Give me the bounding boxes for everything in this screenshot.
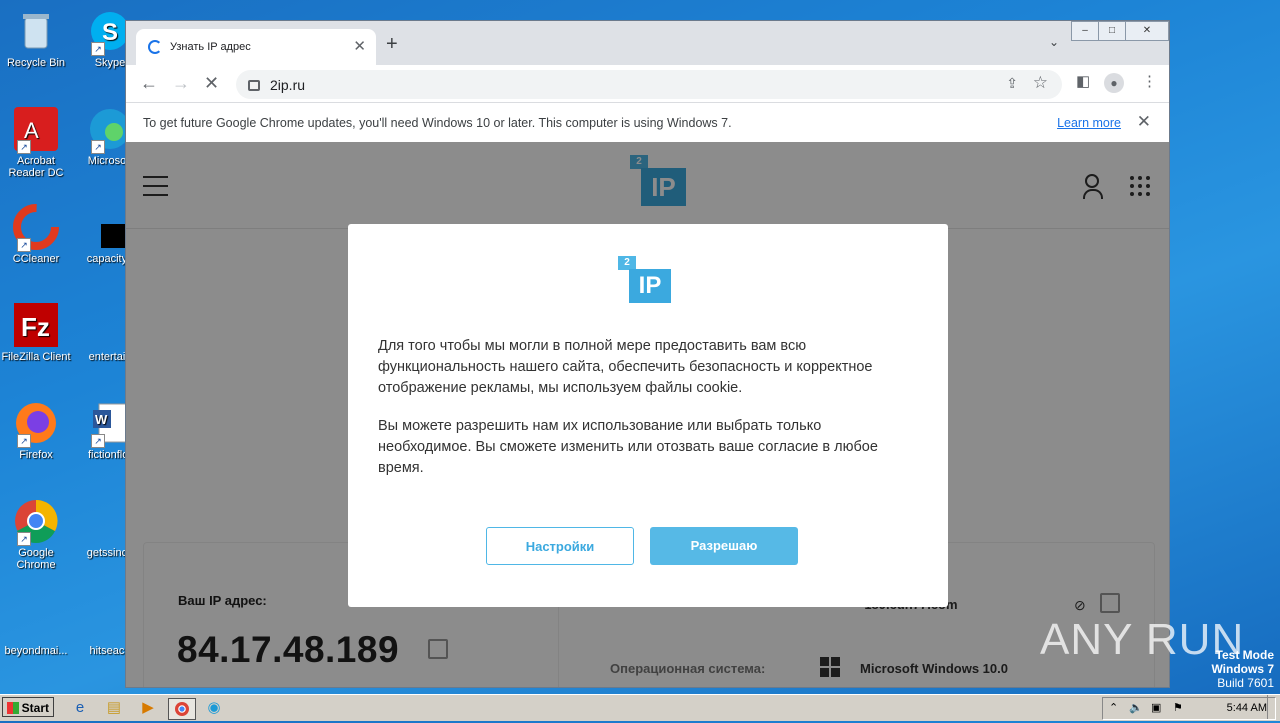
forward-arrow-icon[interactable]: →	[172, 73, 190, 94]
cookie-text-2: Вы можете разрешить нам их использование…	[378, 418, 878, 476]
learn-more-link[interactable]: Learn more	[1057, 116, 1121, 130]
desktop-icon-chrome[interactable]: ↗ Google Chrome	[0, 498, 72, 571]
internet-explorer-icon[interactable]: e	[70, 698, 90, 718]
system-tray: ⌃ 🔈 ▣ ⚑ 5:44 AM	[1102, 697, 1276, 720]
test-mode-label: Test Mode Windows 7 Build 7601	[1211, 648, 1274, 690]
filezilla-icon: Fz	[13, 302, 59, 348]
action-center-flag-icon[interactable]: ⚑	[1173, 701, 1183, 714]
browser-toolbar: ← → ✕ 2ip.ru ⇪ ☆ ◧ ● ⋮	[126, 65, 1169, 103]
windows-flag-icon	[7, 702, 19, 714]
shortcut-arrow-icon: ↗	[17, 238, 31, 252]
window-controls: – □ ✕	[1071, 21, 1169, 41]
desktop-icon-firefox[interactable]: ↗ Firefox	[0, 400, 72, 461]
svg-text:Fz: Fz	[21, 312, 50, 342]
minimize-button[interactable]: –	[1071, 21, 1099, 41]
desktop-icon-label: Firefox	[19, 449, 53, 461]
clock[interactable]: 5:44 AM	[1227, 702, 1267, 714]
maximize-button[interactable]: □	[1098, 21, 1126, 41]
tab-strip: Узнать IP адрес ✕ + ⌄ – □ ✕	[126, 21, 1169, 65]
windows-version-line: Windows 7	[1211, 662, 1274, 676]
desktop-icon-label: Google Chrome	[16, 547, 56, 571]
update-infobar: To get future Google Chrome updates, you…	[126, 103, 1169, 144]
desktop-icon-label: Acrobat Reader DC	[8, 155, 64, 179]
shortcut-arrow-icon: ↗	[17, 140, 31, 154]
chrome-taskbar-icon[interactable]	[168, 698, 196, 720]
desktop-icon-acrobat[interactable]: A ↗ Acrobat Reader DC	[0, 106, 72, 179]
acrobat-icon: A ↗	[13, 106, 59, 154]
cookie-allow-button[interactable]: Разрешаю	[650, 527, 798, 565]
infobar-message: To get future Google Chrome updates, you…	[143, 116, 732, 130]
desktop-icon-label: Recycle Bin	[6, 57, 66, 69]
desktop-icon-label: beyondmai...	[4, 645, 68, 657]
taskbar: Start e ▤ ▶ ◉ ⌃ 🔈 ▣ ⚑ 5:44 AM	[0, 694, 1280, 721]
show-desktop-button[interactable]	[1267, 695, 1280, 719]
ccleaner-icon: ↗	[13, 204, 59, 252]
start-button[interactable]: Start	[2, 697, 54, 717]
edge-taskbar-icon[interactable]: ◉	[204, 698, 224, 718]
chrome-window: Узнать IP адрес ✕ + ⌄ – □ ✕ ← → ✕ 2ip.ru…	[125, 20, 1170, 688]
desktop-icon-label: CCleaner	[12, 253, 60, 265]
cookie-settings-button[interactable]: Настройки	[486, 527, 634, 565]
start-label: Start	[21, 701, 49, 715]
shortcut-arrow-icon: ↗	[17, 434, 31, 448]
share-icon[interactable]: ⇪	[1006, 75, 1018, 92]
bookmark-star-icon[interactable]: ☆	[1033, 73, 1048, 93]
media-player-icon[interactable]: ▶	[138, 698, 158, 718]
shortcut-arrow-icon: ↗	[17, 532, 31, 546]
build-line: Build 7601	[1217, 676, 1274, 690]
tab-2ip[interactable]: Узнать IP адрес ✕	[136, 29, 376, 65]
shortcut-arrow-icon: ↗	[91, 140, 105, 154]
address-bar[interactable]: 2ip.ru ⇪ ☆	[236, 70, 1062, 99]
menu-kebab-icon[interactable]: ⋮	[1142, 72, 1157, 90]
show-hidden-icons-icon[interactable]: ⌃	[1109, 701, 1118, 714]
new-tab-button[interactable]: +	[386, 33, 398, 56]
recycle-bin-icon	[13, 8, 59, 54]
back-arrow-icon[interactable]: ←	[140, 73, 158, 94]
side-panel-icon[interactable]: ◧	[1076, 72, 1090, 90]
tab-search-chevron-icon[interactable]: ⌄	[1049, 35, 1059, 49]
logo-big-mark: IP	[629, 269, 671, 303]
chrome-icon: ↗	[13, 498, 59, 546]
desktop-icon-label: FileZilla Client	[1, 351, 71, 363]
desktop-icon-label: Skype	[94, 57, 126, 69]
tab-close-icon[interactable]: ✕	[353, 37, 366, 55]
url-text: 2ip.ru	[270, 77, 306, 93]
tab-title: Узнать IP адрес	[170, 41, 251, 53]
file-icon	[13, 596, 59, 642]
folder-icon[interactable]: ▤	[104, 698, 124, 718]
loading-spinner-icon	[148, 40, 162, 54]
shortcut-arrow-icon: ↗	[91, 42, 105, 56]
desktop-icon-beyondmai[interactable]: beyondmai...	[0, 596, 72, 657]
volume-icon[interactable]: 🔈	[1129, 701, 1143, 714]
network-icon[interactable]: ▣	[1151, 701, 1161, 714]
desktop-icon-recycle-bin[interactable]: Recycle Bin	[0, 8, 72, 69]
shortcut-arrow-icon: ↗	[91, 434, 105, 448]
svg-text:W: W	[95, 412, 108, 427]
web-page: 2 IP Ваш IP адрес: 84.17.48.189 -189.cdn…	[126, 142, 1169, 687]
stop-loading-icon[interactable]: ✕	[204, 73, 219, 94]
profile-avatar-icon[interactable]: ●	[1104, 73, 1124, 93]
lock-icon	[248, 80, 260, 91]
infobar-close-icon[interactable]: ✕	[1137, 112, 1151, 132]
test-mode-line: Test Mode	[1215, 648, 1274, 662]
cookie-consent-modal: 2 IP Для того чтобы мы могли в полной ме…	[348, 224, 948, 607]
desktop-icon-ccleaner[interactable]: ↗ CCleaner	[0, 204, 72, 265]
close-window-button[interactable]: ✕	[1125, 21, 1169, 41]
logo-small-mark: 2	[618, 256, 636, 270]
cookie-text-1: Для того чтобы мы могли в полной мере пр…	[378, 338, 873, 396]
firefox-icon: ↗	[13, 400, 59, 448]
desktop-icon-filezilla[interactable]: Fz FileZilla Client	[0, 302, 72, 363]
